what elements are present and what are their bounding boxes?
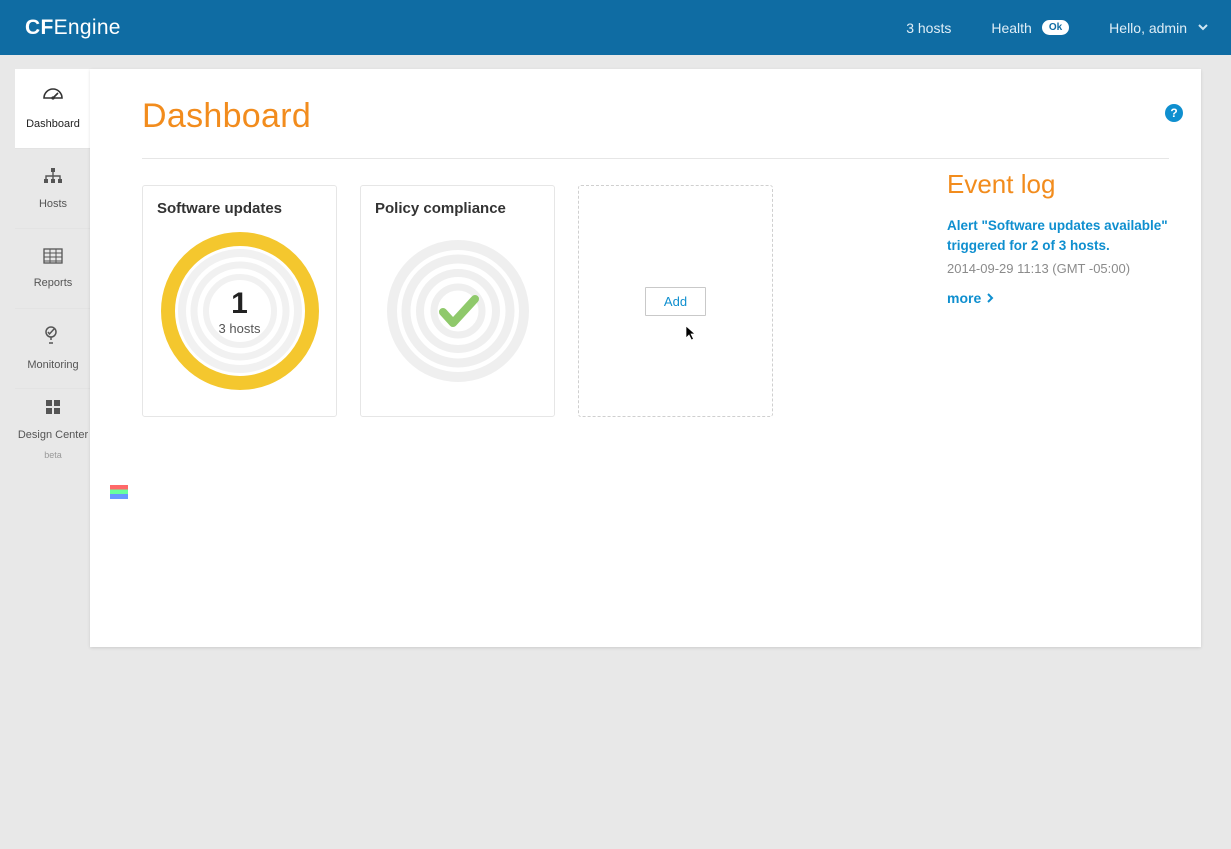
- nav-reports[interactable]: Reports: [15, 229, 91, 309]
- hosts-count-label: 3 hosts: [906, 20, 951, 36]
- health-status-badge: Ok: [1042, 20, 1069, 35]
- nav-design-center[interactable]: Design Center beta: [15, 389, 91, 469]
- nav-label: Design Center: [18, 429, 88, 442]
- check-wrap: [375, 227, 540, 395]
- decorative-stripe-icon: [110, 485, 128, 499]
- monitoring-icon: [43, 326, 63, 351]
- logo: CFEngine: [25, 16, 121, 40]
- reports-icon: [43, 248, 63, 269]
- widget-policy-compliance[interactable]: Policy compliance: [360, 185, 555, 417]
- nav-label: Monitoring: [27, 359, 78, 372]
- divider: [142, 158, 1169, 159]
- donut-wrap: 1 3 hosts: [157, 227, 322, 395]
- page-title: Dashboard: [142, 97, 1169, 136]
- alert-link[interactable]: Alert "Software updates available" trigg…: [947, 216, 1177, 255]
- widget-title: Policy compliance: [375, 200, 540, 217]
- shell: Dashboard Hosts Reports Monitoring Desig…: [0, 55, 1231, 849]
- logo-bold: CF: [25, 16, 54, 39]
- user-menu[interactable]: Hello, admin: [1109, 20, 1209, 36]
- chevron-right-icon: [987, 293, 994, 303]
- health-indicator[interactable]: Health Ok: [991, 20, 1069, 36]
- top-right: 3 hosts Health Ok Hello, admin: [906, 20, 1209, 36]
- widget-software-updates[interactable]: Software updates 1 3 hosts: [142, 185, 337, 417]
- logo-rest: Engine: [54, 16, 121, 39]
- beta-label: beta: [44, 450, 62, 460]
- nav-hosts[interactable]: Hosts: [15, 149, 91, 229]
- donut-chart: 1 3 hosts: [160, 231, 320, 391]
- nav-monitoring[interactable]: Monitoring: [15, 309, 91, 389]
- donut-number: 1: [231, 287, 248, 321]
- side-nav: Dashboard Hosts Reports Monitoring Desig…: [15, 69, 91, 469]
- add-button[interactable]: Add: [645, 287, 706, 316]
- dashboard-icon: [42, 87, 64, 110]
- content-card: Dashboard ? Software updates 1: [90, 69, 1201, 647]
- hosts-icon: [42, 167, 64, 190]
- event-log-title: Event log: [947, 169, 1177, 200]
- health-label: Health: [991, 20, 1031, 36]
- add-widget-card[interactable]: Add: [578, 185, 773, 417]
- cursor-icon: [685, 325, 699, 341]
- top-bar: CFEngine 3 hosts Health Ok Hello, admin: [0, 0, 1231, 55]
- alert-timestamp: 2014-09-29 11:13 (GMT -05:00): [947, 261, 1177, 276]
- nav-label: Hosts: [39, 198, 67, 211]
- more-link[interactable]: more: [947, 290, 994, 306]
- compliance-rings: [383, 236, 533, 386]
- design-center-icon: [43, 398, 63, 421]
- help-icon[interactable]: ?: [1165, 104, 1183, 122]
- nav-label: Reports: [34, 277, 73, 290]
- nav-dashboard[interactable]: Dashboard: [15, 69, 91, 149]
- chevron-down-icon: [1197, 20, 1209, 36]
- donut-sub: 3 hosts: [219, 321, 261, 336]
- check-icon: [443, 299, 475, 323]
- nav-label: Dashboard: [26, 118, 80, 131]
- donut-center: 1 3 hosts: [160, 231, 320, 391]
- event-log: Event log Alert "Software updates availa…: [947, 169, 1177, 308]
- user-greeting: Hello, admin: [1109, 20, 1187, 36]
- widget-title: Software updates: [157, 200, 322, 217]
- hosts-count-link[interactable]: 3 hosts: [906, 20, 951, 36]
- more-label: more: [947, 290, 981, 306]
